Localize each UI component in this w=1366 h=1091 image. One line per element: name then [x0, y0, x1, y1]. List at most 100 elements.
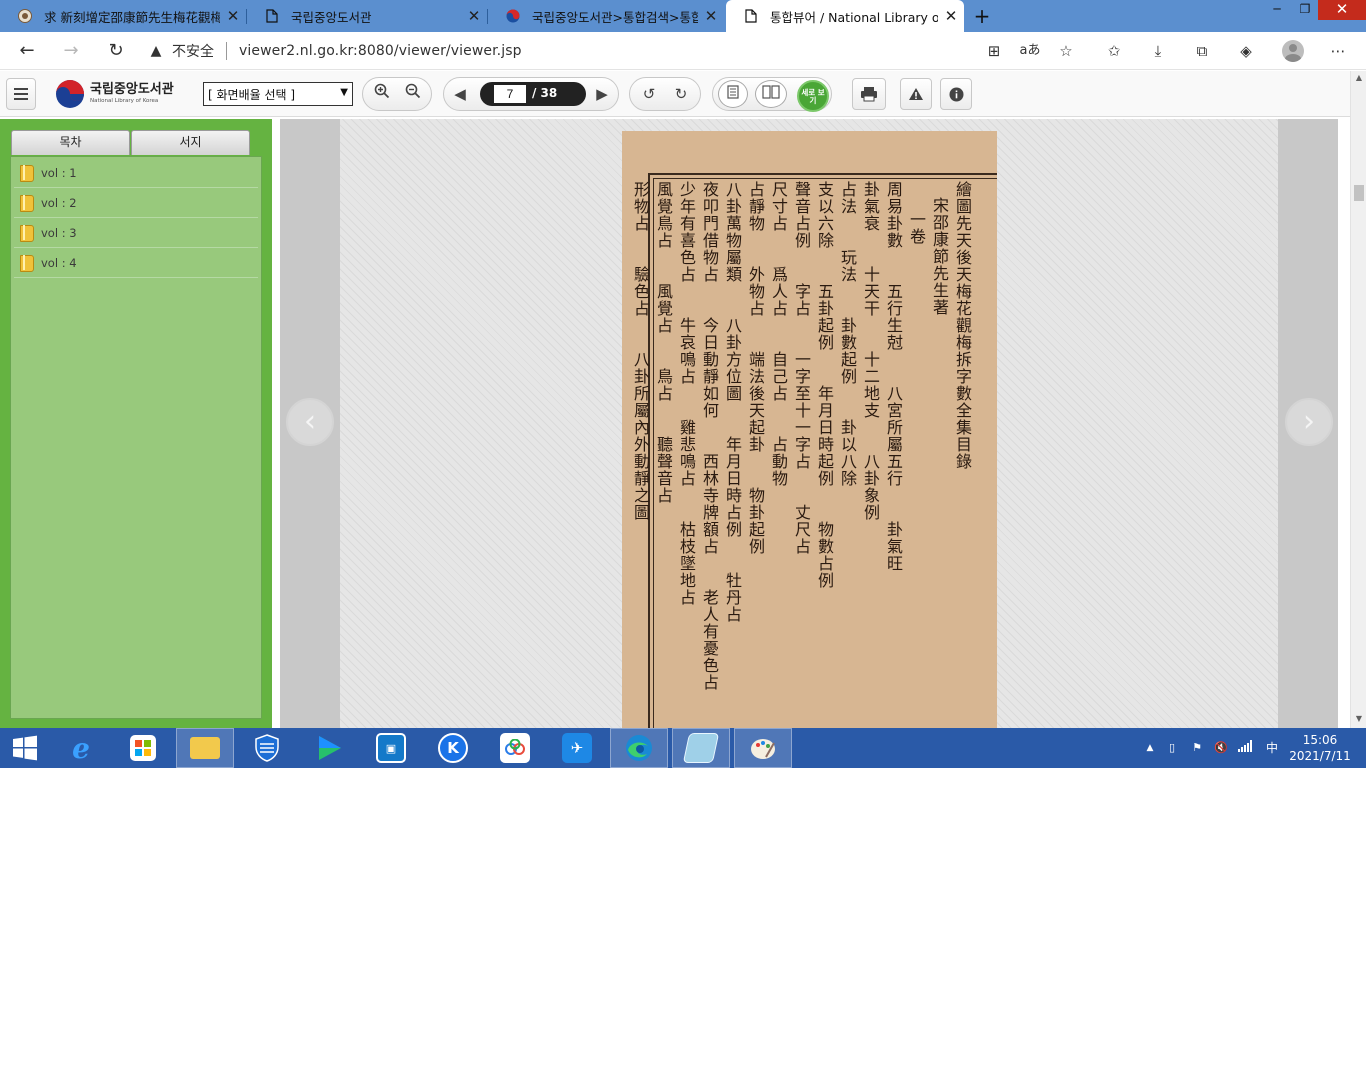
- notebook-app-icon[interactable]: [672, 728, 730, 768]
- current-page-input[interactable]: [494, 85, 526, 103]
- toc-item-vol-1[interactable]: vol : 1: [14, 158, 258, 188]
- toc-item-vol-2[interactable]: vol : 2: [14, 188, 258, 218]
- paint-app-icon[interactable]: [734, 728, 792, 768]
- zoom-ratio-select-value: [ 화면배율 선택 ]: [208, 87, 296, 102]
- single-page-view-icon[interactable]: [718, 80, 748, 108]
- refresh-icon[interactable]: ↻: [103, 38, 129, 64]
- previous-page-arrow-icon[interactable]: ‹: [286, 398, 334, 446]
- scroll-thumb[interactable]: [1354, 185, 1364, 201]
- vertical-view-button[interactable]: 세로 보기: [797, 80, 829, 112]
- screen: 求 新刻增定邵康節先生梅花觀梅 ✕ 국립중앙도서관 ✕ 국립중앙도서관>통합검색…: [0, 0, 1366, 768]
- tab-bibliography[interactable]: 서지: [131, 130, 250, 155]
- edge-browser-icon[interactable]: [610, 728, 668, 768]
- bird-app-icon[interactable]: ✈: [548, 728, 606, 768]
- back-arrow-icon[interactable]: ←: [14, 38, 40, 64]
- tab-4-close-icon[interactable]: ✕: [938, 7, 964, 25]
- page-total: / 38: [532, 86, 558, 100]
- clock-time: 15:06: [1302, 733, 1338, 747]
- page-text-column: 風覺鳥占 風覺占 鳥占 聽聲音占: [654, 181, 673, 504]
- remote-desktop-icon[interactable]: ▣: [362, 728, 420, 768]
- window-close-icon[interactable]: ✕: [1318, 0, 1366, 20]
- report-warning-icon[interactable]: [900, 78, 932, 110]
- tab-3-close-icon[interactable]: ✕: [698, 7, 724, 25]
- tray-expand-icon[interactable]: ▲: [1142, 740, 1158, 756]
- input-method-indicator[interactable]: 中: [1264, 740, 1280, 756]
- media-player-icon[interactable]: [300, 728, 358, 768]
- k-app-icon[interactable]: K: [424, 728, 482, 768]
- zoom-ratio-select[interactable]: [ 화면배율 선택 ] ▼: [203, 82, 353, 106]
- zoom-in-icon[interactable]: [368, 81, 396, 107]
- windows-logo-icon: [13, 735, 37, 761]
- toc-item-vol-4[interactable]: vol : 4: [14, 248, 258, 278]
- scroll-up-icon[interactable]: ▲: [1351, 71, 1366, 85]
- page-text-column: 繪圖先天後天梅花觀梅拆字數全集目錄: [953, 181, 972, 470]
- warning-icon[interactable]: ▲: [146, 43, 166, 59]
- scroll-down-icon[interactable]: ▼: [1351, 712, 1366, 726]
- double-page-view-icon[interactable]: [755, 80, 787, 108]
- page-text-column: 卦氣衰 十天干 十二地支 八卦象例: [861, 181, 880, 521]
- insecure-label[interactable]: 不安全: [172, 41, 214, 61]
- address-bar[interactable]: ▲ 不安全 viewer2.nl.go.kr:8080/viewer/viewe…: [146, 36, 1086, 66]
- page-text-column: 支以六除 五卦起例 年月日時起例 物數占例: [815, 181, 834, 589]
- app-grid-icon[interactable]: ⊞: [982, 40, 1006, 62]
- device-icon[interactable]: ▯: [1164, 740, 1180, 756]
- tab-1-close-icon[interactable]: ✕: [220, 7, 246, 25]
- next-page-arrow-icon[interactable]: ›: [1285, 398, 1333, 446]
- add-favorite-icon[interactable]: ☆: [1054, 40, 1078, 62]
- forward-arrow-icon[interactable]: →: [58, 38, 84, 64]
- page-text-column: 聲音占例 字占 一字至十一字占 丈尺占: [792, 181, 811, 555]
- collections-icon[interactable]: ⧉: [1190, 40, 1214, 62]
- toc-item-label: vol : 3: [41, 225, 77, 240]
- tab-4-active[interactable]: 통합뷰어 / National Library of Ko ✕: [726, 0, 964, 32]
- document-icon: [744, 9, 758, 23]
- tab-1[interactable]: 求 新刻增定邵康節先生梅花觀梅 ✕: [0, 0, 246, 32]
- action-center-flag-icon[interactable]: ⚑: [1189, 740, 1205, 756]
- tab-3[interactable]: 국립중앙도서관>통합검색>통합 ✕: [488, 0, 724, 32]
- new-tab-button[interactable]: +: [970, 4, 994, 28]
- book-icon: [20, 225, 34, 242]
- internet-explorer-icon[interactable]: e: [52, 728, 110, 768]
- restore-icon[interactable]: ❐: [1290, 0, 1320, 20]
- favorites-icon[interactable]: ✩: [1102, 40, 1126, 62]
- rotate-left-icon[interactable]: ↺: [635, 81, 663, 107]
- next-page-icon[interactable]: ▶: [588, 81, 616, 107]
- page-text-column: 夜叩門借物占 今日動靜如何 西林寺牌額占 老人有憂色占: [700, 181, 719, 691]
- file-explorer-icon[interactable]: [176, 728, 234, 768]
- viewer-content: ‹ › 繪圖先天後天梅花觀梅拆字數全集目錄 宋邵康節先生著 一卷 周易卦數 五行生尅 …: [280, 119, 1338, 728]
- browser-essentials-icon[interactable]: ◈: [1234, 40, 1258, 62]
- download-icon[interactable]: ⤓: [1146, 40, 1170, 62]
- tab-table-of-contents[interactable]: 목차: [11, 130, 130, 155]
- read-aloud-icon[interactable]: aあ: [1018, 40, 1042, 62]
- previous-page-icon[interactable]: ◀: [446, 81, 474, 107]
- minimize-icon[interactable]: ─: [1262, 0, 1292, 20]
- toc-item-vol-3[interactable]: vol : 3: [14, 218, 258, 248]
- cloud-app-icon[interactable]: [486, 728, 544, 768]
- tab-2-label: 국립중앙도서관: [291, 9, 372, 25]
- volume-muted-icon[interactable]: 🔇: [1213, 740, 1229, 756]
- tab-2[interactable]: 국립중앙도서관 ✕: [247, 0, 487, 32]
- zoom-out-icon[interactable]: [399, 81, 427, 107]
- toc-panel: vol : 1 vol : 2 vol : 3 vol : 4: [10, 156, 262, 719]
- book-page-image[interactable]: 繪圖先天後天梅花觀梅拆字數全集目錄 宋邵康節先生著 一卷 周易卦數 五行生尅 八宮所屬…: [622, 131, 997, 728]
- tab-2-close-icon[interactable]: ✕: [461, 7, 487, 25]
- logo-korean-text: 국립중앙도서관: [90, 82, 174, 97]
- vertical-scrollbar[interactable]: ▲ ▼: [1350, 71, 1366, 728]
- profile-avatar[interactable]: [1282, 40, 1304, 62]
- store-icon[interactable]: [114, 728, 172, 768]
- info-icon[interactable]: [940, 78, 972, 110]
- library-logo[interactable]: 국립중앙도서관 National Library of Korea: [55, 79, 174, 109]
- menu-hamburger-icon[interactable]: [6, 78, 36, 110]
- more-menu-icon[interactable]: ⋯: [1326, 40, 1350, 62]
- security-shield-icon[interactable]: [238, 728, 296, 768]
- taegeuk-logo-icon: [55, 79, 85, 109]
- url-text[interactable]: viewer2.nl.go.kr:8080/viewer/viewer.jsp: [239, 43, 522, 59]
- print-icon[interactable]: [852, 78, 886, 110]
- rotate-group: ↺ ↻: [629, 77, 701, 111]
- network-icon[interactable]: [1237, 740, 1253, 756]
- page-text-column: 一卷: [907, 211, 926, 245]
- clock-date: 2021/7/11: [1289, 749, 1351, 763]
- start-button[interactable]: [0, 728, 50, 768]
- tab-3-label: 국립중앙도서관>통합검색>통합: [532, 9, 698, 25]
- system-clock[interactable]: 15:06 2021/7/11: [1288, 732, 1352, 764]
- rotate-right-icon[interactable]: ↻: [667, 81, 695, 107]
